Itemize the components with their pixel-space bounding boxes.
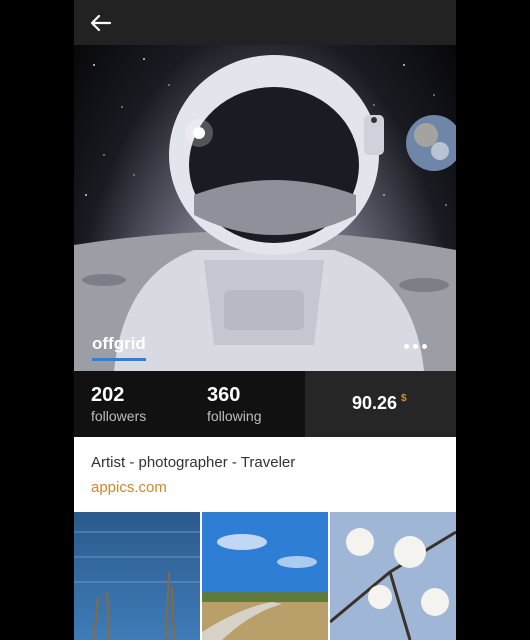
following-count: 360 bbox=[207, 384, 241, 406]
follow-stats: 202 followers 360 following bbox=[74, 371, 305, 437]
more-options-button[interactable] bbox=[404, 341, 428, 353]
arrow-left-icon bbox=[90, 14, 112, 32]
website-link[interactable]: appics.com bbox=[91, 479, 167, 496]
back-button[interactable] bbox=[88, 10, 114, 36]
lake-reeds-photo bbox=[74, 512, 200, 640]
following-label: following bbox=[207, 408, 262, 424]
currency-symbol: $ bbox=[401, 393, 407, 404]
photo-grid bbox=[74, 512, 456, 640]
profile-screen: offgrid 202 followers 360 following 90.2… bbox=[74, 0, 456, 640]
following-stat[interactable]: 360 following bbox=[207, 383, 261, 425]
cover-image: offgrid bbox=[74, 45, 456, 371]
balance-amount: 90.26 $ bbox=[352, 393, 407, 414]
top-bar bbox=[74, 0, 456, 45]
gallery-photo-magnolia[interactable] bbox=[330, 512, 456, 640]
username[interactable]: offgrid bbox=[92, 334, 146, 361]
balance-panel[interactable]: 90.26 $ bbox=[305, 371, 456, 437]
gallery-photo-lake[interactable] bbox=[74, 512, 200, 640]
followers-count: 202 bbox=[91, 384, 125, 406]
balance-value: 90.26 bbox=[352, 393, 398, 413]
profile-bio: Artist - photographer - Traveler bbox=[91, 454, 296, 471]
profile-stats: 202 followers 360 following 90.26 $ bbox=[74, 371, 456, 437]
magnolia-blossom-photo bbox=[330, 512, 456, 640]
gallery-photo-boardwalk[interactable] bbox=[202, 512, 328, 640]
followers-label: followers bbox=[91, 408, 147, 424]
followers-stat[interactable]: 202 followers bbox=[91, 383, 146, 425]
astronaut-cover-illustration bbox=[74, 55, 456, 371]
boardwalk-sky-photo bbox=[202, 512, 328, 640]
